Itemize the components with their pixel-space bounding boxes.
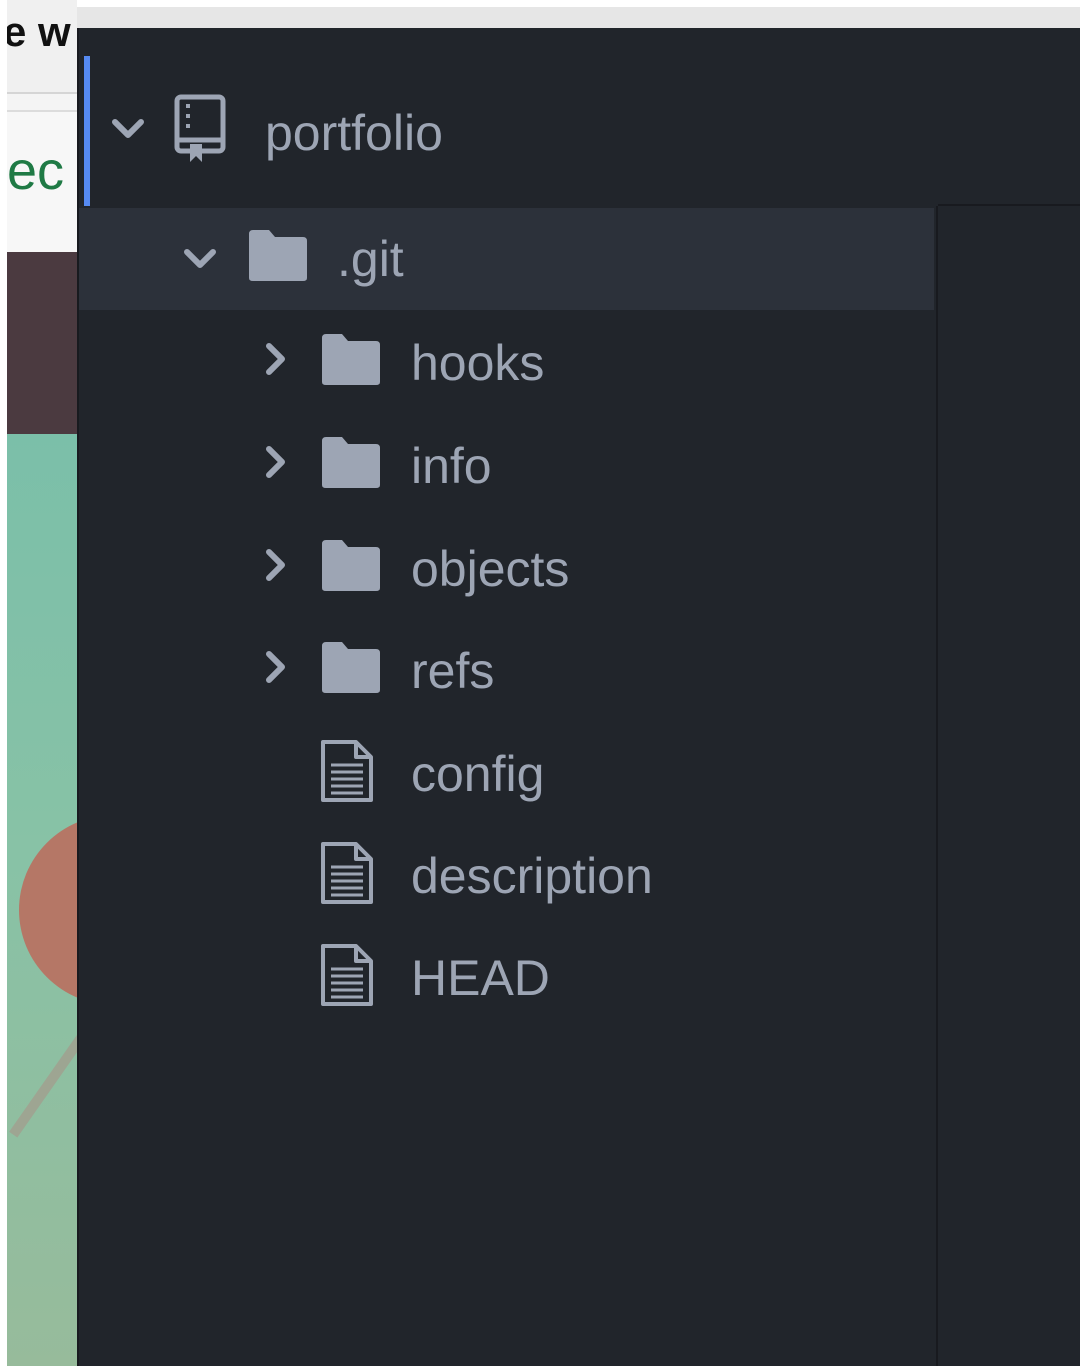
tree-item-label: info: [411, 438, 492, 494]
tree-item-label: refs: [411, 643, 495, 699]
tree-item-git[interactable]: .git: [79, 208, 934, 310]
chevron-right-icon[interactable]: [263, 548, 289, 582]
folder-icon: [320, 538, 382, 592]
chevron-right-icon[interactable]: [263, 342, 289, 376]
tree-item-label: description: [411, 848, 653, 904]
tree-item-description[interactable]: description: [79, 823, 934, 925]
tree-item-label: hooks: [411, 335, 545, 391]
tree-view-panel: portfolio .git hooks info objects refs c…: [77, 28, 1080, 1366]
chevron-down-icon[interactable]: [111, 116, 145, 142]
chevron-right-icon[interactable]: [263, 650, 289, 684]
tree-item-config[interactable]: config: [79, 721, 934, 823]
tree-item-label: HEAD: [411, 950, 550, 1006]
tree-item-label: objects: [411, 541, 570, 597]
file-text-icon: [320, 739, 374, 803]
tree-item-head[interactable]: HEAD: [79, 925, 934, 1027]
folder-icon: [247, 228, 309, 282]
background-title-text: e w: [7, 8, 71, 55]
background-image-band: [7, 252, 77, 434]
tree-item-objects[interactable]: objects: [79, 516, 934, 618]
tree-root-label: portfolio: [265, 105, 443, 161]
chevron-down-icon[interactable]: [183, 246, 217, 272]
background-divider: [7, 92, 77, 94]
tree-item-info[interactable]: info: [79, 413, 934, 515]
file-text-icon: [320, 841, 374, 905]
folder-icon: [320, 332, 382, 386]
editor-pane[interactable]: [938, 206, 1080, 1366]
tree-root-portfolio[interactable]: portfolio: [79, 78, 934, 182]
folder-icon: [320, 640, 382, 694]
background-window: e w ec: [7, 0, 77, 1366]
window-top-bar: [77, 0, 1080, 28]
tree-item-label: .git: [337, 231, 404, 287]
tree-item-label: config: [411, 746, 545, 802]
background-content-text: ec: [7, 141, 65, 201]
tree-item-hooks[interactable]: hooks: [79, 310, 934, 412]
folder-icon: [320, 435, 382, 489]
file-text-icon: [320, 943, 374, 1007]
tree-item-refs[interactable]: refs: [79, 618, 934, 720]
chevron-right-icon[interactable]: [263, 445, 289, 479]
repo-icon: [174, 94, 228, 164]
